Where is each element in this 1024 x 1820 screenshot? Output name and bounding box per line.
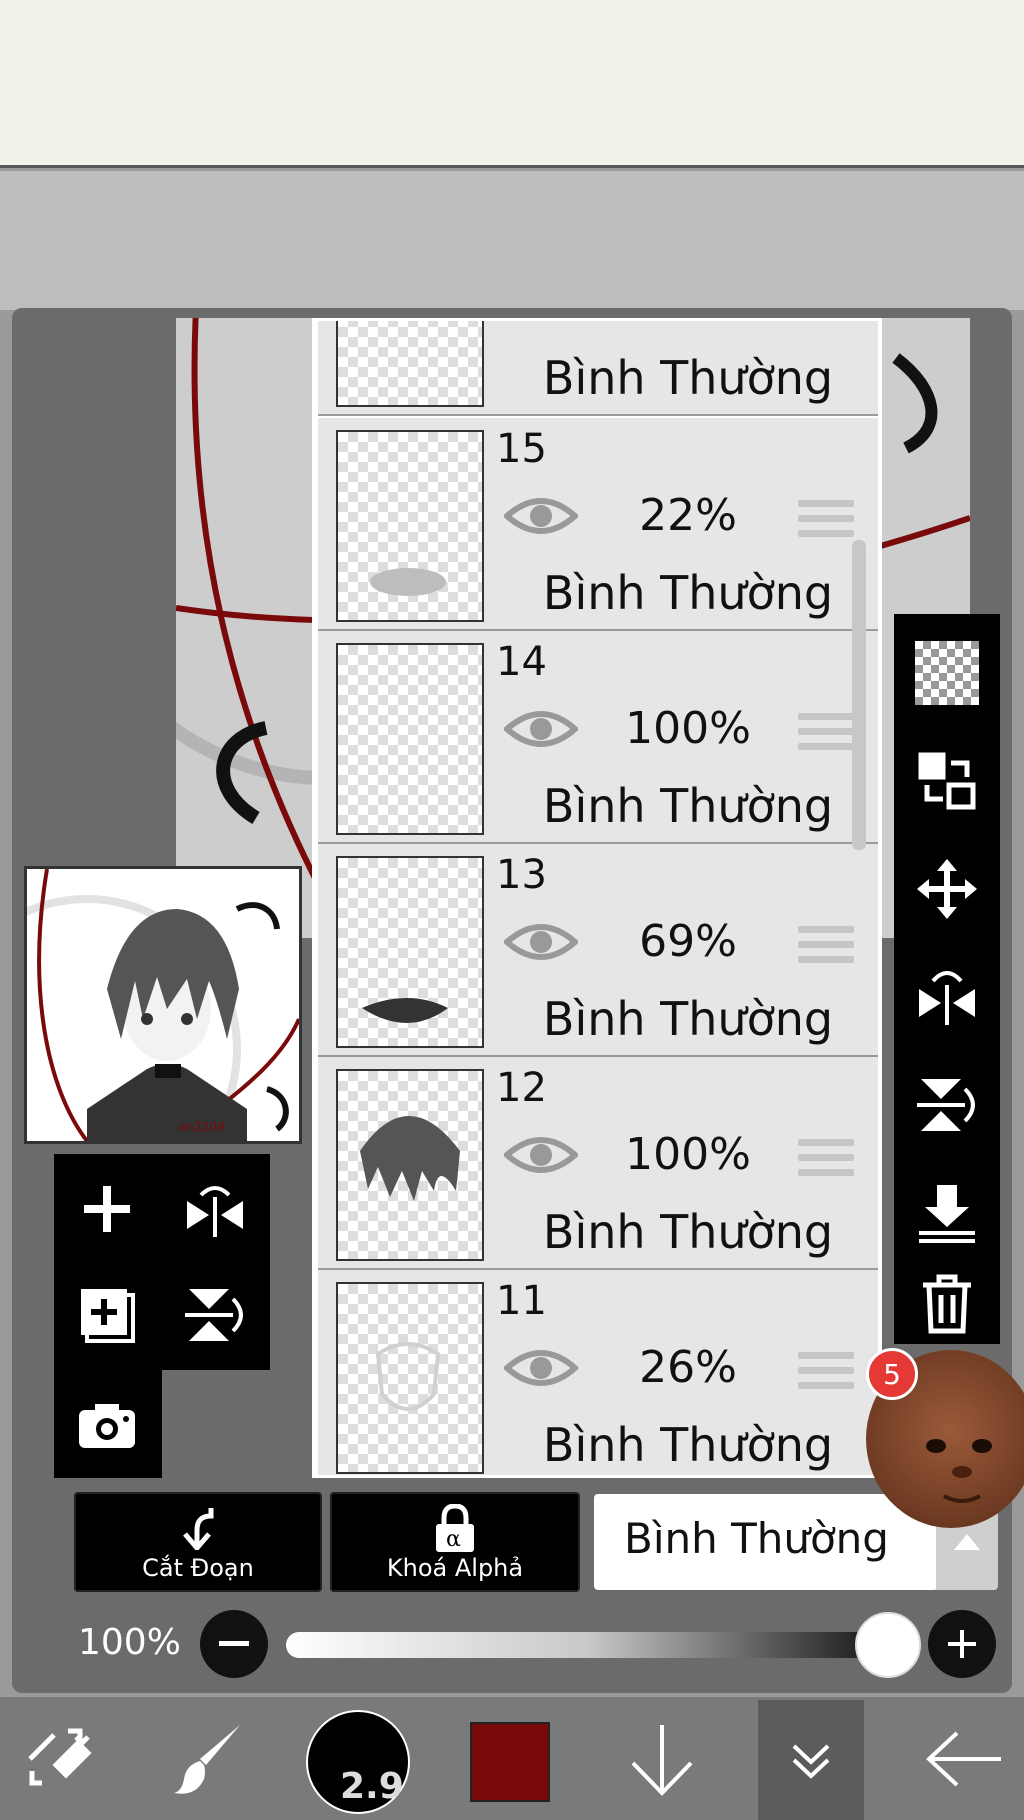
layer-opacity: 69% xyxy=(639,916,737,967)
layer-row[interactable]: Bình Thường xyxy=(318,321,878,416)
layer-thumbnail xyxy=(336,643,484,835)
eye-icon[interactable] xyxy=(502,1131,580,1179)
layer-thumbnail xyxy=(336,856,484,1048)
layer-number: 12 xyxy=(496,1065,547,1111)
layer-blend-mode: Bình Thường xyxy=(542,1205,834,1259)
canvas-preview[interactable]: an2209 xyxy=(24,866,302,1144)
lips-thumbnail-art xyxy=(362,998,448,1023)
signature: an2209 xyxy=(179,1120,225,1134)
drag-handle-icon[interactable] xyxy=(798,926,854,966)
alpha-lock-button[interactable]: α Khoá Alphả xyxy=(330,1492,580,1592)
layer-thumbnail xyxy=(336,430,484,622)
swap-layer-icon[interactable] xyxy=(906,740,988,822)
layer-opacity: 22% xyxy=(639,490,737,541)
blend-mode-value: Bình Thường xyxy=(624,1514,889,1563)
flip-horizontal-icon[interactable] xyxy=(170,1164,260,1254)
layer-opacity: 26% xyxy=(639,1342,737,1393)
merge-down-icon[interactable] xyxy=(906,1172,988,1254)
color-swatch[interactable] xyxy=(470,1722,550,1802)
layer-opacity: 100% xyxy=(625,1129,751,1180)
opacity-increase-button[interactable] xyxy=(928,1610,996,1678)
layers-collapse-icon[interactable] xyxy=(758,1697,864,1820)
layer-number: 11 xyxy=(496,1278,547,1324)
lock-icon: α xyxy=(332,1503,578,1558)
drag-handle-icon[interactable] xyxy=(798,713,854,753)
right-toolbar xyxy=(894,614,1000,1344)
back-arrow-icon[interactable] xyxy=(910,1697,1016,1820)
drag-handle-icon[interactable] xyxy=(798,1139,854,1179)
layer-number: 14 xyxy=(496,639,547,685)
layer-row[interactable]: 15 22% Bình Thường xyxy=(318,418,878,631)
layer-row[interactable]: 13 69% Bình Thường xyxy=(318,844,878,1057)
opacity-slider-knob[interactable] xyxy=(855,1612,921,1678)
layer-blend-mode: Bình Thường xyxy=(542,566,834,620)
minus-icon xyxy=(219,1641,249,1646)
lips-thumbnail-art xyxy=(370,568,446,596)
sketch-thumbnail-art xyxy=(375,1342,441,1411)
alpha-lock-label: Khoá Alphả xyxy=(386,1554,524,1582)
layer-blend-mode: Bình Thường xyxy=(542,351,834,405)
layer-row[interactable]: 14 100% Bình Thường xyxy=(318,631,878,844)
add-layer-icon[interactable] xyxy=(62,1164,152,1254)
brush-icon[interactable] xyxy=(160,1697,260,1820)
preview-artwork: an2209 xyxy=(27,869,299,1141)
camera-icon[interactable] xyxy=(62,1380,152,1470)
eye-icon[interactable] xyxy=(502,1344,580,1392)
arrow-down-icon[interactable] xyxy=(612,1697,712,1820)
flip-horizontal-icon[interactable] xyxy=(906,956,988,1038)
svg-text:α: α xyxy=(446,1527,461,1552)
layer-blend-mode: Bình Thường xyxy=(542,1418,834,1472)
move-icon[interactable] xyxy=(906,848,988,930)
layer-row[interactable]: 11 26% Bình Thường xyxy=(318,1270,878,1475)
opacity-label: 100% xyxy=(78,1622,181,1663)
layer-blend-mode: Bình Thường xyxy=(542,779,834,833)
layer-blend-mode: Bình Thường xyxy=(542,992,834,1046)
layer-opacity: 100% xyxy=(625,703,751,754)
eye-icon[interactable] xyxy=(502,918,580,966)
clipping-label: Cắt Đoạn xyxy=(142,1554,254,1582)
layer-list[interactable]: Bình Thường 15 22% Bình Thường 14 100% B… xyxy=(312,318,882,1478)
layer-row[interactable]: 12 100% Bình Thường xyxy=(318,1057,878,1270)
flip-vertical-icon[interactable] xyxy=(170,1270,260,1360)
notification-badge: 5 xyxy=(866,1348,918,1400)
layer-list-scrollbar[interactable] xyxy=(852,540,866,850)
opacity-slider-track[interactable] xyxy=(286,1632,890,1658)
drag-handle-icon[interactable] xyxy=(798,500,854,540)
hair-thumbnail-art xyxy=(360,1116,460,1201)
workspace-background xyxy=(0,171,1024,310)
layer-number: 13 xyxy=(496,852,547,898)
opacity-decrease-button[interactable] xyxy=(200,1610,268,1678)
eye-icon[interactable] xyxy=(502,492,580,540)
layer-number: 15 xyxy=(496,426,547,472)
plus-icon xyxy=(948,1630,976,1658)
layer-thumbnail xyxy=(336,1282,484,1474)
clipping-button[interactable]: Cắt Đoạn xyxy=(74,1492,322,1592)
top-area xyxy=(0,0,1024,168)
add-copy-layer-icon[interactable] xyxy=(62,1270,152,1360)
trash-icon[interactable] xyxy=(906,1262,988,1344)
layer-thumbnail xyxy=(336,1069,484,1261)
tool-switch-icon[interactable] xyxy=(10,1697,110,1820)
layer-thumbnail xyxy=(336,321,484,407)
drag-handle-icon[interactable] xyxy=(798,1352,854,1392)
transparency-icon[interactable] xyxy=(906,632,988,714)
caret-up-icon xyxy=(954,1534,980,1550)
clipping-arrow-icon xyxy=(76,1504,320,1554)
brush-size-value: 2.9 xyxy=(340,1766,404,1807)
eye-icon[interactable] xyxy=(502,705,580,753)
flip-vertical-icon[interactable] xyxy=(906,1064,988,1146)
